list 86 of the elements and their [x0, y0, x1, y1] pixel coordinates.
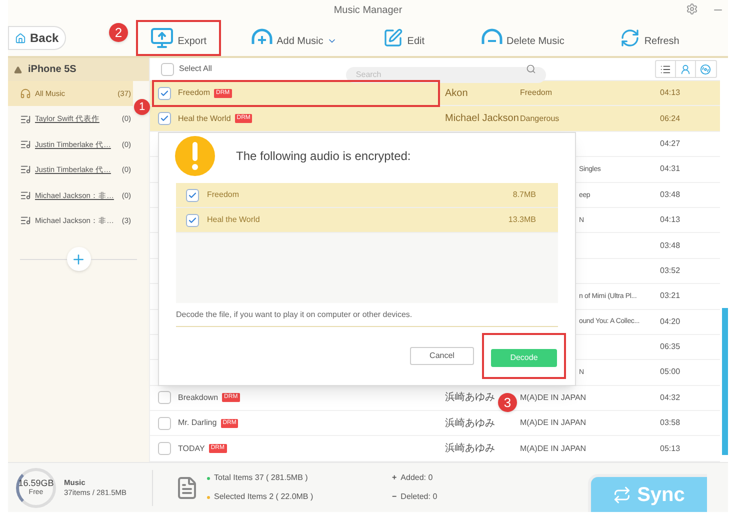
toolbar-button[interactable]: Edit: [375, 23, 433, 53]
checkbox[interactable]: [186, 188, 199, 202]
duration-cell-text: 03:58: [660, 417, 682, 430]
song-title: Breakdown: [178, 392, 218, 404]
home-icon: [15, 32, 26, 44]
toolbar-button[interactable]: Add Music: [242, 23, 346, 53]
total-label: Selected Items 2 ( 22.0MB ): [214, 491, 314, 503]
checkbox[interactable]: [158, 442, 170, 456]
duration-cell-text: 03:52: [660, 264, 682, 277]
song-title: Mr. Darling: [178, 417, 217, 430]
playlist-icon: [20, 215, 31, 226]
add-playlist-button[interactable]: [66, 247, 90, 272]
duration-cell-text: 04:13: [660, 87, 682, 100]
eject-icon[interactable]: [14, 66, 22, 74]
dialog-note: Decode the file, if you want to play it on computer or other devices.: [176, 308, 412, 320]
artist-cell-text: 浜崎あゆみ: [445, 390, 495, 406]
checkbox[interactable]: [158, 416, 170, 430]
refresh-icon: [620, 28, 640, 48]
check-icon: [160, 88, 168, 98]
album-cell-text: Freedom: [520, 87, 554, 100]
warning-icon: [174, 135, 216, 177]
duration-cell-text: 03:48: [660, 188, 682, 201]
free-space: 16.59GB: [18, 478, 54, 488]
dialog-title: The following audio is encrypted:: [236, 148, 411, 165]
file-size: 13.3MB: [508, 214, 536, 226]
album-view-icon[interactable]: [700, 64, 712, 74]
headphones-icon: [20, 88, 31, 100]
playlist-icon: [20, 114, 31, 125]
settings-icon[interactable]: [686, 3, 698, 15]
device-name: iPhone 5S: [28, 63, 76, 77]
export-icon: [150, 26, 174, 50]
change-sign: +: [392, 472, 397, 484]
checkbox[interactable]: [186, 214, 199, 226]
duration-cell-text: 04:32: [660, 392, 682, 404]
change-label: Added: 0: [400, 472, 433, 484]
checkbox[interactable]: [158, 86, 170, 100]
artist-view-icon[interactable]: [680, 64, 691, 74]
duration-cell-text: 05:00: [660, 366, 682, 378]
plus-icon: [71, 252, 86, 267]
playlist-icon: [20, 164, 31, 176]
duration-cell-text: 04:13: [660, 214, 682, 226]
artist-cell-text: Michael Jackson: [445, 112, 519, 126]
album-cell-text: Dangerous: [520, 112, 560, 125]
song-title: Heal the World: [178, 112, 231, 125]
duration-cell-text: 03:48: [660, 240, 682, 252]
toolbar-button[interactable]: Export: [142, 23, 215, 53]
file-name: Heal the World: [207, 214, 261, 226]
checkbox[interactable]: [161, 62, 174, 76]
album-cell-text: M(A)DE IN JAPAN: [520, 442, 588, 455]
duration-cell-text: 04:31: [660, 163, 682, 176]
duration-cell-text: 03:21: [660, 290, 682, 302]
duration-cell-text: 05:13: [660, 442, 682, 455]
song-title: TODAY: [178, 442, 205, 455]
check-icon: [160, 114, 168, 124]
window-title: Music Manager: [334, 4, 402, 18]
duration-cell-text: 04:27: [660, 138, 682, 150]
song-title: Freedom: [178, 87, 210, 100]
change-sign: −: [392, 491, 397, 503]
file-name: Freedom: [207, 189, 240, 201]
playlist-icon: [20, 138, 31, 150]
change-label: Deleted: 0: [400, 491, 438, 503]
album-cell-text: M(A)DE IN JAPAN: [520, 417, 588, 430]
duration-cell-text: 04:20: [660, 316, 682, 328]
edit-icon: [383, 28, 404, 48]
search-icon[interactable]: [526, 64, 536, 74]
duration-cell-text: 06:24: [660, 112, 682, 125]
total-label: Total Items 37 ( 281.5MB ): [214, 472, 308, 484]
check-icon: [188, 216, 197, 224]
duration-cell-text: 06:35: [660, 341, 682, 354]
file-size: 8.7MB: [512, 189, 536, 201]
back-button[interactable]: Back: [8, 26, 66, 50]
toolbar-button[interactable]: Refresh: [612, 23, 688, 53]
artist-cell-text: 浜崎あゆみ: [445, 416, 495, 431]
sync-icon: [613, 486, 632, 504]
check-icon: [188, 190, 197, 200]
checkbox[interactable]: [158, 112, 170, 126]
select-all-label[interactable]: Select All: [179, 63, 212, 75]
cancel-button[interactable]: Cancel: [410, 347, 474, 365]
checkbox[interactable]: [158, 391, 170, 404]
artist-cell-text: 浜崎あゆみ: [445, 442, 495, 456]
file-info-icon: [175, 476, 199, 500]
toolbar-button[interactable]: Delete Music: [472, 23, 572, 53]
album-cell-text: M(A)DE IN JAPAN: [520, 392, 588, 404]
scrollbar-thumb[interactable]: [722, 308, 728, 455]
artist-cell-text: Akon: [445, 86, 468, 101]
playlist-icon: [20, 190, 31, 201]
